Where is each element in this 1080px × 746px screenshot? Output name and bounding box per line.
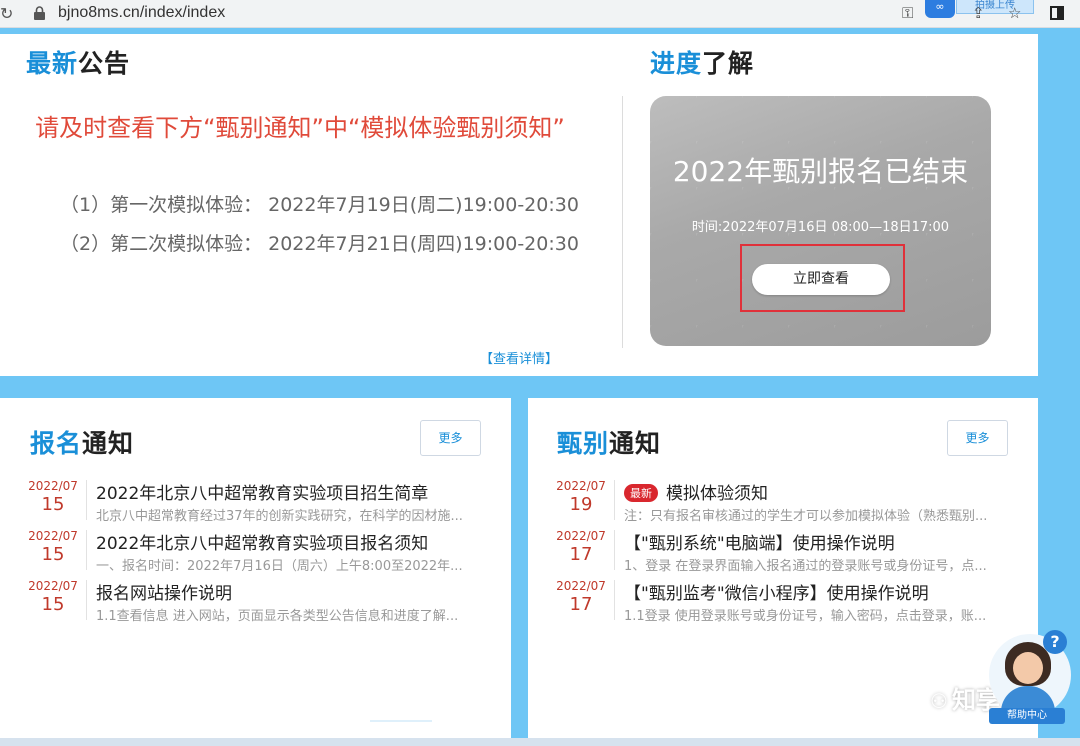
list-item[interactable]: 2022/07 19 最新 模拟体验须知 注：只有报名审核通过的学生才可以参加模拟体… xyxy=(528,478,1038,528)
item-year-month: 2022/07 xyxy=(556,579,606,593)
announcement-title-rest: 公告 xyxy=(78,49,131,78)
item-separator xyxy=(86,530,87,570)
item-day: 15 xyxy=(41,494,65,515)
wechat-icon: ⚇ xyxy=(930,689,948,713)
share-icon[interactable]: ⇪ xyxy=(972,4,985,22)
announcement-title: 最新公告 xyxy=(26,44,130,80)
announcement-title-highlight: 最新 xyxy=(26,49,79,78)
help-center-label[interactable]: 帮助中心 xyxy=(989,708,1065,724)
item-year-month: 2022/07 xyxy=(28,529,78,543)
item-summary: 北京八中超常教育经过37年的创新实践研究，在科学的因材施... xyxy=(96,509,463,524)
progress-card-time: 时间:2022年07月16日 08:00—18日17:00 xyxy=(691,220,950,235)
item-year-month: 2022/07 xyxy=(28,479,78,493)
registration-title-rest: 通知 xyxy=(82,429,135,458)
item-separator xyxy=(614,580,615,620)
item-separator xyxy=(86,480,87,520)
item-day: 15 xyxy=(41,544,65,565)
section-divider xyxy=(622,96,623,348)
screening-title-highlight: 甄别 xyxy=(557,429,610,458)
item-date: 2022/07 19 xyxy=(556,478,606,516)
key-icon[interactable]: ⚿ xyxy=(902,4,913,22)
progress-card-title: 2022年甄别报名已结束 xyxy=(672,155,969,188)
item-summary: 一、报名时间：2022年7月16日（周六）上午8:00至2022年... xyxy=(96,559,463,574)
url-field[interactable]: bjno8ms.cn/index/index xyxy=(58,4,225,22)
item-year-month: 2022/07 xyxy=(556,479,606,493)
progress-title: 进度了解 xyxy=(650,44,754,80)
item-date: 2022/07 15 xyxy=(28,578,78,616)
notice-headline: 请及时查看下方“甄别通知”中“模拟体验甄别须知” xyxy=(35,114,565,142)
notice-line-2: （2）第二次模拟体验： 2022年7月21日(周四)19:00-20:30 xyxy=(60,233,579,255)
extension-icon[interactable]: ∞ xyxy=(925,0,955,18)
list-item[interactable]: 2022/07 17 【"甄别系统"电脑端】使用操作说明 1、登录 在登录界面输入… xyxy=(528,528,1038,578)
registration-panel: 报名通知 更多 2022/07 15 2022年北京八中超常教育实验项目招生简章 … xyxy=(0,398,511,746)
screening-title: 甄别通知 xyxy=(557,424,661,460)
item-year-month: 2022/07 xyxy=(556,529,606,543)
list-item[interactable]: 2022/07 15 报名网站操作说明 1.1查看信息 进入网站，页面显示各类型公… xyxy=(0,578,511,628)
screening-title-rest: 通知 xyxy=(609,429,662,458)
item-date: 2022/07 15 xyxy=(28,478,78,516)
progress-title-rest: 了解 xyxy=(702,49,755,78)
item-title-text[interactable]: 模拟体验须知 xyxy=(666,484,768,504)
extension-tag[interactable]: 拍摄上传 xyxy=(956,0,1034,14)
item-title[interactable]: 【"甄别监考"微信小程序】使用操作说明 xyxy=(624,579,929,604)
item-title[interactable]: 2022年北京八中超常教育实验项目招生简章 xyxy=(96,479,428,504)
reload-icon[interactable]: ↻ xyxy=(0,4,13,23)
taskbar-edge xyxy=(0,738,1080,746)
item-summary: 注：只有报名审核通过的学生才可以参加模拟体验（熟悉甄别... xyxy=(624,509,988,524)
registration-title-highlight: 报名 xyxy=(30,429,83,458)
question-icon[interactable]: ? xyxy=(1043,630,1067,654)
item-title[interactable]: 报名网站操作说明 xyxy=(96,579,232,604)
list-item[interactable]: 2022/07 15 2022年北京八中超常教育实验项目报名须知 一、报名时间：2… xyxy=(0,528,511,578)
item-year-month: 2022/07 xyxy=(28,579,78,593)
item-separator xyxy=(614,530,615,570)
item-day: 15 xyxy=(41,594,65,615)
view-now-button[interactable]: 立即查看 xyxy=(752,264,890,295)
item-separator xyxy=(86,580,87,620)
item-day: 17 xyxy=(569,594,593,615)
bottom-divider xyxy=(370,720,432,722)
new-badge: 最新 xyxy=(624,484,658,502)
progress-title-highlight: 进度 xyxy=(650,49,703,78)
item-summary: 1、登录 在登录界面输入报名通过的登录账号或身份证号，点... xyxy=(624,559,987,574)
item-summary: 1.1查看信息 进入网站，页面显示各类型公告信息和进度了解... xyxy=(96,609,459,624)
lock-icon[interactable] xyxy=(34,6,45,20)
item-day: 19 xyxy=(569,494,593,515)
help-center-widget[interactable]: ? 帮助中心 xyxy=(985,630,1073,726)
item-separator xyxy=(614,480,615,520)
screening-more-button[interactable]: 更多 xyxy=(947,420,1008,456)
star-icon[interactable]: ☆ xyxy=(1008,4,1021,22)
item-date: 2022/07 17 xyxy=(556,578,606,616)
registration-more-button[interactable]: 更多 xyxy=(420,420,481,456)
view-details-link[interactable]: 【查看详情】 xyxy=(480,348,558,367)
list-item[interactable]: 2022/07 15 2022年北京八中超常教育实验项目招生简章 北京八中超常教育… xyxy=(0,478,511,528)
item-summary: 1.1登录 使用登录账号或身份证号，输入密码，点击登录，账... xyxy=(624,609,987,624)
item-title[interactable]: 【"甄别系统"电脑端】使用操作说明 xyxy=(624,529,895,554)
browser-address-bar: ↻ bjno8ms.cn/index/index ⚿ ∞ 拍摄上传 ⇪ ☆ xyxy=(0,0,1080,28)
item-date: 2022/07 17 xyxy=(556,528,606,566)
item-date: 2022/07 15 xyxy=(28,528,78,566)
avatar-face xyxy=(1013,652,1043,684)
item-day: 17 xyxy=(569,544,593,565)
side-panel-icon[interactable] xyxy=(1050,6,1064,20)
item-title[interactable]: 最新 模拟体验须知 xyxy=(624,479,768,504)
list-item[interactable]: 2022/07 17 【"甄别监考"微信小程序】使用操作说明 1.1登录 使用登录… xyxy=(528,578,1038,628)
registration-title: 报名通知 xyxy=(30,424,134,460)
item-title[interactable]: 2022年北京八中超常教育实验项目报名须知 xyxy=(96,529,428,554)
notice-line-1: （1）第一次模拟体验： 2022年7月19日(周二)19:00-20:30 xyxy=(60,194,579,216)
